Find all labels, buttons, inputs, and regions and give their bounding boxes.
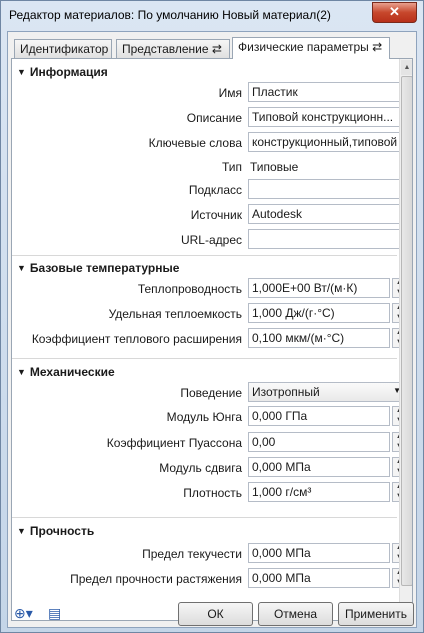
tab-physical[interactable]: Физические параметры ⇄ xyxy=(232,37,390,59)
source-field[interactable]: Autodesk xyxy=(248,204,406,224)
type-label: Тип xyxy=(221,160,242,174)
collapse-caret-icon[interactable]: ▼ xyxy=(17,67,26,77)
tensile-strength-field[interactable]: 0,000 МПа xyxy=(248,568,390,588)
poisson-label: Коэффициент Пуассона xyxy=(106,436,242,450)
tab-identity[interactable]: Идентификатор xyxy=(14,39,112,58)
keywords-label: Ключевые слова xyxy=(148,136,242,150)
collapse-caret-icon[interactable]: ▼ xyxy=(17,526,26,536)
scrollbar-thumb[interactable] xyxy=(401,76,412,586)
young-modulus-label: Модуль Юнга xyxy=(166,410,242,424)
client-area: Идентификатор Представление ⇄ Физические… xyxy=(7,31,417,628)
apply-button[interactable]: Применить xyxy=(338,602,414,626)
behavior-value: Изотропный xyxy=(252,385,320,399)
conductivity-label: Теплопроводность xyxy=(137,282,242,296)
young-modulus-field[interactable]: 0,000 ГПа xyxy=(248,406,390,426)
conductivity-field[interactable]: 1,000E+00 Вт/(м·К) xyxy=(248,278,390,298)
asset-browser-icon[interactable]: ▤ xyxy=(48,605,61,622)
section-mech-header[interactable]: ▼ Механические xyxy=(17,365,115,379)
window-title: Редактор материалов: По умолчанию Новый … xyxy=(9,8,331,22)
section-info-title: Информация xyxy=(29,65,108,79)
subclass-label: Подкласс xyxy=(188,183,242,197)
section-mech-title: Механические xyxy=(29,365,115,379)
title-bar[interactable]: Редактор материалов: По умолчанию Новый … xyxy=(1,1,423,29)
url-label: URL-адрес xyxy=(180,233,242,247)
section-divider xyxy=(12,517,397,518)
cancel-button[interactable]: Отмена xyxy=(258,602,333,626)
name-field[interactable]: Пластик xyxy=(248,82,406,102)
specific-heat-field[interactable]: 1,000 Дж/(г·°С) xyxy=(248,303,390,323)
section-thermal-header[interactable]: ▼ Базовые температурные xyxy=(17,261,179,275)
section-divider xyxy=(12,358,397,359)
specific-heat-label: Удельная теплоемкость xyxy=(108,307,242,321)
tensile-strength-label: Предел прочности растяжения xyxy=(70,572,242,586)
properties-panel: ▼ Информация Имя Пластик Описание Типовой… xyxy=(11,58,413,621)
dialog-button-bar: ⊕▾ ▤ ОК Отмена Применить xyxy=(8,601,416,627)
poisson-field[interactable]: 0,00 xyxy=(248,432,390,452)
vertical-scrollbar[interactable]: ▲ ▼ xyxy=(399,59,412,620)
section-strength-header[interactable]: ▼ Прочность xyxy=(17,524,94,538)
subclass-field[interactable] xyxy=(248,179,406,199)
description-label: Описание xyxy=(186,111,242,125)
density-label: Плотность xyxy=(183,486,242,500)
tab-appearance[interactable]: Представление ⇄ xyxy=(116,39,230,58)
behavior-select[interactable]: Изотропный ▼ xyxy=(248,382,406,402)
ok-button[interactable]: ОК xyxy=(178,602,253,626)
density-field[interactable]: 1,000 г/см³ xyxy=(248,482,390,502)
yield-strength-label: Предел текучести xyxy=(142,547,242,561)
close-button[interactable]: ✕ xyxy=(372,2,417,23)
url-field[interactable] xyxy=(248,229,406,249)
thermal-expansion-field[interactable]: 0,100 мкм/(м·°С) xyxy=(248,328,390,348)
thermal-expansion-label: Коэффициент теплового расширения xyxy=(31,332,242,346)
material-editor-window: Редактор материалов: По умолчанию Новый … xyxy=(0,0,424,633)
add-asset-icon[interactable]: ⊕▾ xyxy=(14,605,33,622)
keywords-field[interactable]: конструкционный,типовой xyxy=(248,132,406,152)
section-thermal-title: Базовые температурные xyxy=(29,261,180,275)
shear-modulus-field[interactable]: 0,000 МПа xyxy=(248,457,390,477)
section-divider xyxy=(12,255,397,256)
description-field[interactable]: Типовой конструкционн... xyxy=(248,107,406,127)
behavior-label: Поведение xyxy=(180,386,242,400)
collapse-caret-icon[interactable]: ▼ xyxy=(17,263,26,273)
name-label: Имя xyxy=(218,86,242,100)
section-info-header[interactable]: ▼ Информация xyxy=(17,65,108,79)
shear-modulus-label: Модуль сдвига xyxy=(159,461,242,475)
yield-strength-field[interactable]: 0,000 МПа xyxy=(248,543,390,563)
source-label: Источник xyxy=(190,208,242,222)
type-value: Типовые xyxy=(250,160,299,174)
section-strength-title: Прочность xyxy=(29,524,95,538)
scroll-up-icon[interactable]: ▲ xyxy=(401,60,412,75)
collapse-caret-icon[interactable]: ▼ xyxy=(17,367,26,377)
